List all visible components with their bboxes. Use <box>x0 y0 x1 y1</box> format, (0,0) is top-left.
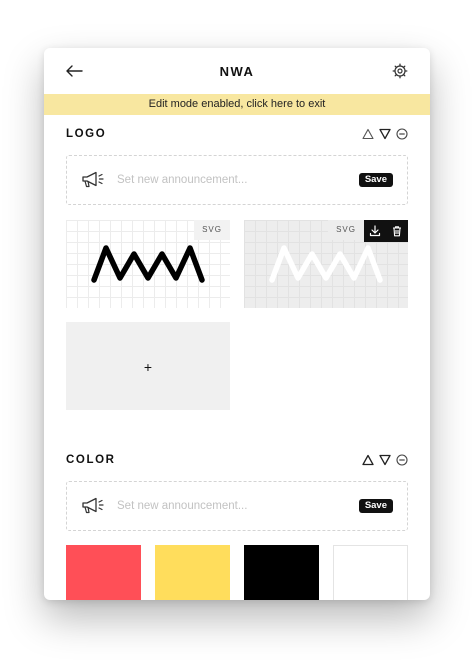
move-up-icon[interactable] <box>362 454 374 466</box>
download-icon[interactable] <box>369 225 381 237</box>
move-down-icon[interactable] <box>379 454 391 466</box>
color-swatch-black[interactable] <box>244 545 319 600</box>
color-swatch-yellow[interactable] <box>155 545 230 600</box>
color-section-controls <box>362 454 408 466</box>
remove-section-icon[interactable] <box>396 454 408 466</box>
gear-icon[interactable] <box>392 63 408 79</box>
megaphone-icon <box>82 171 104 188</box>
logo-announcement-save-button[interactable]: Save <box>358 173 393 187</box>
asset-actions <box>364 220 408 242</box>
logo-announcement-input[interactable] <box>117 174 337 186</box>
edit-mode-banner[interactable]: Edit mode enabled, click here to exit <box>44 94 430 115</box>
svg-format-badge: SVG <box>328 220 364 240</box>
section-title-color: COLOR <box>66 454 116 466</box>
app-window: NWA Edit mode enabled, click here to exi… <box>44 48 430 600</box>
logo-asset-gray[interactable]: SVG <box>244 220 408 308</box>
header: NWA <box>44 48 430 94</box>
move-down-icon[interactable] <box>379 128 391 140</box>
plus-icon: + <box>143 359 153 375</box>
logo-section-controls <box>362 128 408 140</box>
color-swatch-red[interactable] <box>66 545 141 600</box>
add-logo-asset-button[interactable]: + <box>66 322 230 410</box>
logo-asset-white[interactable]: SVG <box>66 220 230 308</box>
nwa-logo-light-icon <box>269 245 383 283</box>
remove-section-icon[interactable] <box>396 128 408 140</box>
color-swatch-white[interactable] <box>333 545 408 600</box>
trash-icon[interactable] <box>391 225 403 237</box>
move-up-icon[interactable] <box>362 128 374 140</box>
page-title: NWA <box>219 64 255 79</box>
color-announcement-save-button[interactable]: Save <box>358 499 393 513</box>
logo-announcement-bar: Save <box>66 155 408 205</box>
megaphone-icon <box>82 497 104 514</box>
nwa-logo-dark-icon <box>91 245 205 283</box>
color-announcement-input[interactable] <box>117 500 337 512</box>
svg-format-badge: SVG <box>194 220 230 240</box>
color-announcement-bar: Save <box>66 481 408 531</box>
section-title-logo: LOGO <box>66 128 107 140</box>
